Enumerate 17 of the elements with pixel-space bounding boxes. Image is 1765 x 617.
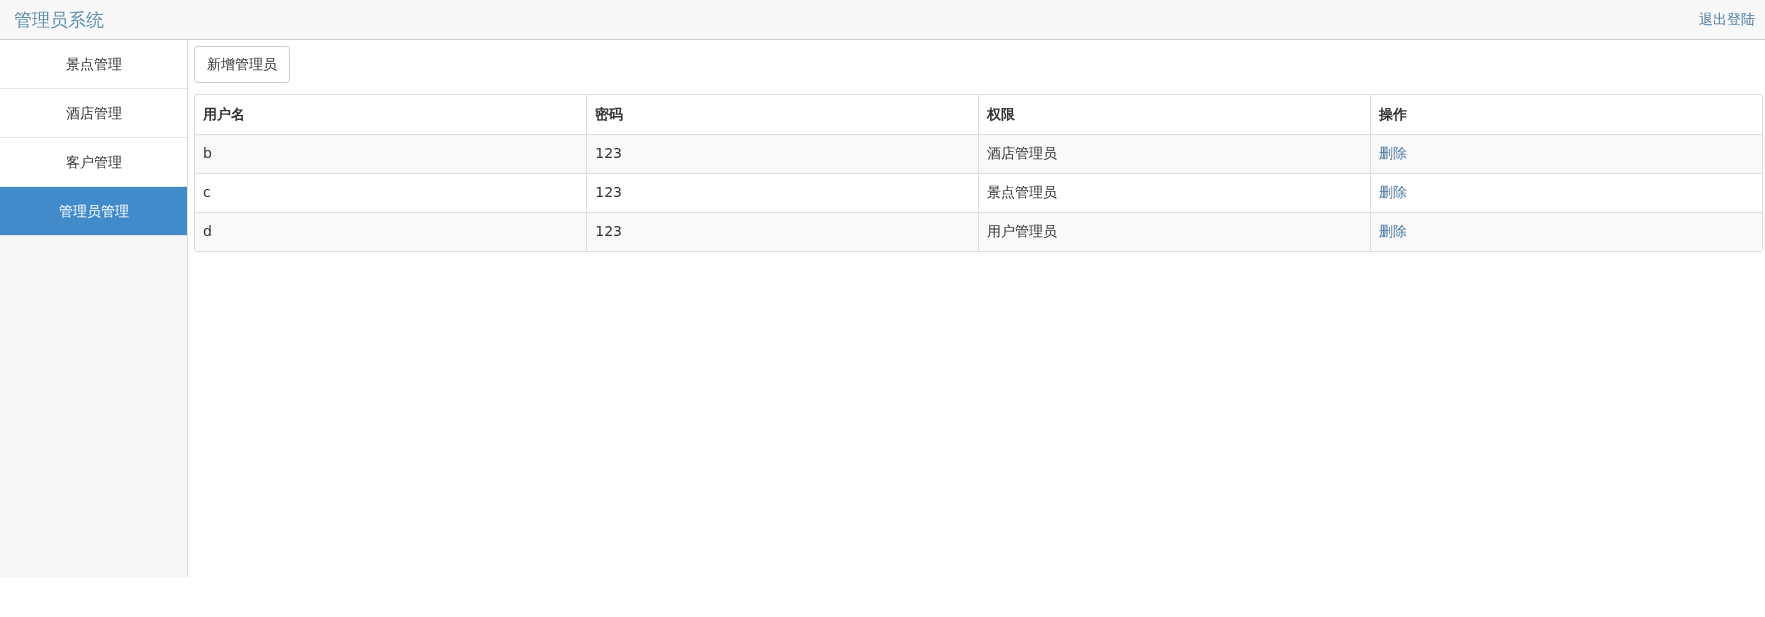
table-cell: d bbox=[195, 212, 587, 251]
column-header: 操作 bbox=[1370, 95, 1762, 134]
table-cell: b bbox=[195, 134, 587, 173]
add-admin-button[interactable]: 新增管理员 bbox=[194, 46, 290, 83]
sidebar-item[interactable]: 酒店管理 bbox=[0, 89, 187, 138]
delete-link[interactable]: 删除 bbox=[1378, 184, 1407, 200]
table-cell: 用户管理员 bbox=[978, 212, 1371, 251]
sidebar-item[interactable]: 客户管理 bbox=[0, 138, 187, 187]
delete-link[interactable]: 删除 bbox=[1378, 223, 1407, 240]
sidebar-item[interactable]: 景点管理 bbox=[0, 40, 187, 89]
delete-link[interactable]: 删除 bbox=[1378, 145, 1407, 161]
app-title: 管理员系统 bbox=[13, 8, 104, 32]
table-cell: 酒店管理员 bbox=[978, 134, 1371, 173]
table-cell: 123 bbox=[586, 212, 979, 251]
sidebar-item[interactable]: 管理员管理 bbox=[0, 187, 187, 236]
table-cell: 123 bbox=[586, 134, 979, 173]
logout-link[interactable]: 退出登陆 bbox=[1699, 9, 1765, 30]
